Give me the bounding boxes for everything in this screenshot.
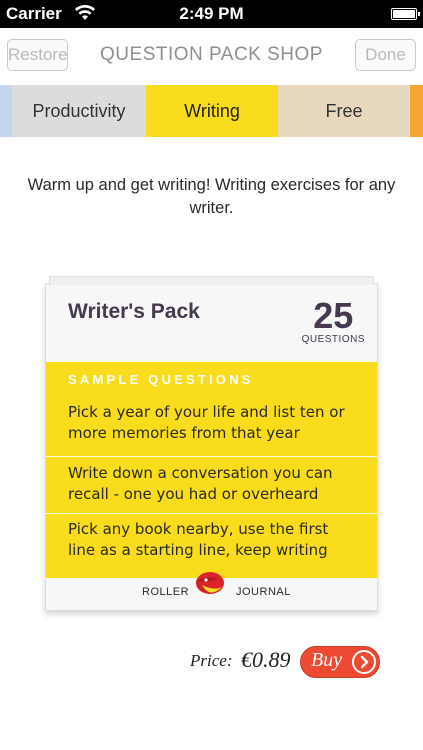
question-count: 25 QUESTIONS [301,295,365,346]
brand-name-left: ROLLER [142,586,190,598]
navigation-bar: Restore QUESTION PACK SHOP Done [0,28,423,85]
pack-description: Warm up and get writing! Writing exercis… [27,176,396,217]
question-count-number: 25 [313,295,354,336]
sample-questions-header: SAMPLE QUESTIONS [68,372,254,387]
card-top-edge [49,276,374,285]
tab-free[interactable]: Free [278,85,410,137]
restore-button[interactable]: Restore [7,39,68,71]
tab-next-edge[interactable] [410,85,423,137]
brand-name-right: JOURNAL [236,586,291,598]
chevron-right-icon [352,650,376,674]
price-value: €0.89 [241,647,291,672]
divider [46,513,377,514]
sample-questions-panel: SAMPLE QUESTIONS Pick a year of your lif… [46,362,377,578]
buy-button[interactable]: Buy [300,646,380,678]
price-label: Price: [190,651,233,670]
brand-footer: ROLLER JOURNAL [46,572,377,611]
roller-journal-logo-icon [188,565,230,601]
done-button[interactable]: Done [355,39,416,71]
buy-label: Buy [311,649,343,671]
battery-icon [391,8,420,20]
sample-question: Pick a year of your life and list ten or… [68,403,345,442]
sample-question: Write down a conversation you can recall… [68,464,333,503]
status-bar: Carrier 2:49 PM [0,0,423,28]
category-tabs: Productivity Writing Free [0,85,423,137]
purchase-row: Price: €0.89 Buy [0,645,423,679]
page-title: QUESTION PACK SHOP [100,44,323,65]
sample-question: Pick any book nearby, use the first line… [68,520,329,559]
tab-productivity[interactable]: Productivity [12,85,146,137]
tab-previous-edge[interactable] [0,85,12,137]
pack-card: Writer's Pack 25 QUESTIONS SAMPLE QUESTI… [45,276,378,611]
pack-name: Writer's Pack [68,300,200,323]
question-count-label: QUESTIONS [301,334,365,345]
tab-writing[interactable]: Writing [146,85,278,137]
clock: 2:49 PM [179,4,244,23]
divider [46,456,377,457]
